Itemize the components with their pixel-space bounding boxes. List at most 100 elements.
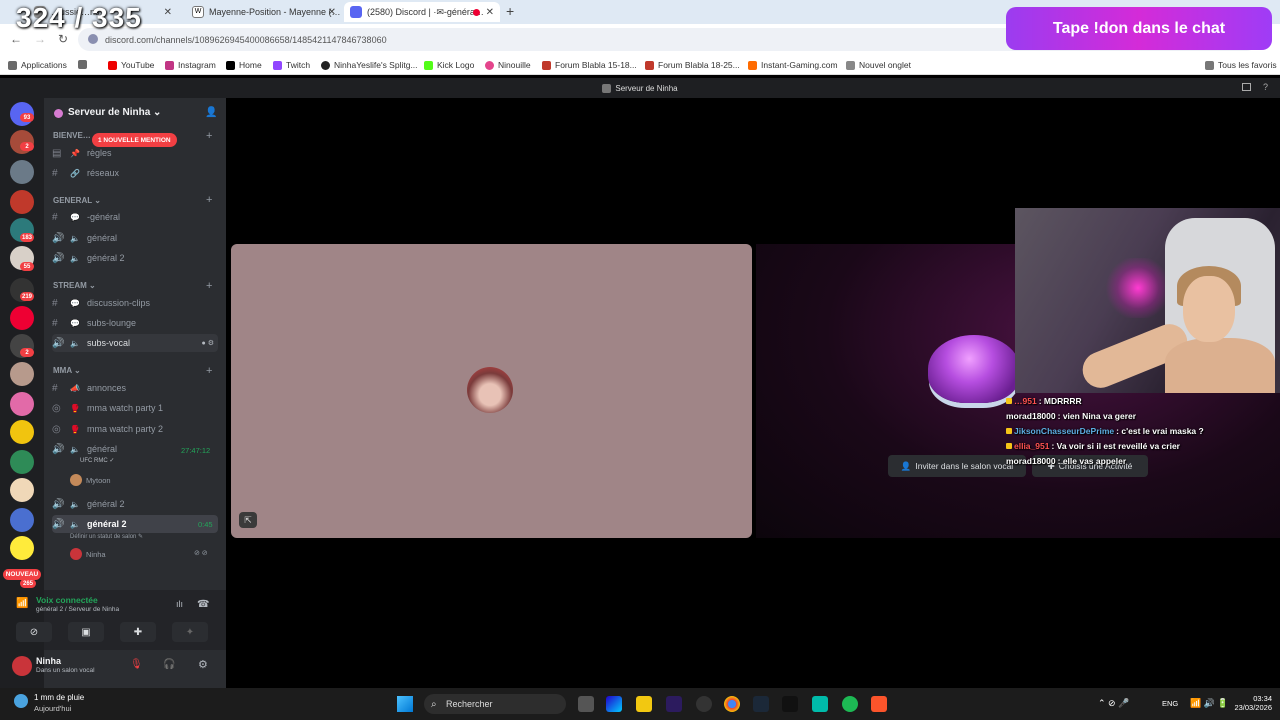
server-avatar[interactable] bbox=[10, 306, 34, 330]
network-volume-battery-icons[interactable]: 📶 🔊 🔋 bbox=[1190, 698, 1229, 709]
channel-mma-watch-party-1[interactable]: ◎ 🥊 mma watch party 1 bbox=[52, 399, 218, 417]
set-channel-status[interactable]: Définir un statut de salon ✎ bbox=[70, 533, 143, 540]
channel-mma-watch-party-2[interactable]: ◎ 🥊 mma watch party 2 bbox=[52, 420, 218, 438]
add-channel-icon[interactable]: + bbox=[206, 194, 212, 206]
obs-icon[interactable] bbox=[696, 696, 712, 712]
category-bienvenue[interactable]: BIENVE… bbox=[53, 131, 91, 140]
megaphone-icon: 📣 bbox=[70, 383, 80, 393]
server-avatar[interactable] bbox=[10, 508, 34, 532]
bookmark-ninouille[interactable]: Ninouille bbox=[485, 60, 531, 70]
bookmark-nouvel-onglet[interactable]: Nouvel onglet bbox=[846, 60, 911, 70]
site-info-icon[interactable] bbox=[88, 34, 98, 44]
add-channel-icon[interactable]: + bbox=[206, 130, 212, 142]
stage-channel-icon: ◎ bbox=[52, 402, 61, 414]
close-tab-icon[interactable]: ✕ bbox=[328, 7, 336, 18]
user-name[interactable]: Ninha bbox=[36, 656, 61, 666]
signal-icon[interactable]: 📶 bbox=[16, 598, 28, 609]
brave-icon[interactable] bbox=[871, 696, 887, 712]
settings-gear-icon[interactable]: ⚙ bbox=[198, 658, 208, 671]
new-tab-button[interactable]: + bbox=[506, 3, 514, 19]
channel-annonces[interactable]: # 📣 annonces bbox=[52, 379, 218, 397]
widgets-icon[interactable] bbox=[606, 696, 622, 712]
weather-icon[interactable] bbox=[14, 694, 28, 708]
inbox-icon[interactable] bbox=[1242, 83, 1251, 91]
soundboard-button[interactable]: ✦ bbox=[172, 622, 208, 642]
bookmark-instagram[interactable]: Instagram bbox=[165, 60, 216, 70]
back-arrow-icon[interactable]: ← bbox=[10, 32, 22, 46]
add-member-icon[interactable]: 👤 bbox=[205, 107, 217, 118]
steam-icon[interactable] bbox=[753, 696, 769, 712]
disconnect-icon[interactable]: ☎ bbox=[197, 599, 209, 610]
voice-connected-title[interactable]: Voix connectée bbox=[36, 595, 98, 605]
windows-start-icon[interactable] bbox=[397, 696, 413, 712]
server-avatar[interactable] bbox=[10, 392, 34, 416]
activities-button[interactable]: ✚ bbox=[120, 622, 156, 642]
category-mma[interactable]: MMA ⌄ bbox=[53, 366, 81, 375]
headset-muted-icon[interactable]: 🎧 bbox=[163, 659, 175, 670]
channel-mma-general2b[interactable]: 🔊 🔈 général 2 bbox=[52, 515, 218, 533]
channel-subs-vocal[interactable]: 🔊 🔈 subs-vocal ● ⚙ bbox=[52, 334, 218, 352]
tiktok-icon[interactable] bbox=[782, 696, 798, 712]
server-avatar[interactable] bbox=[10, 536, 34, 560]
language-indicator[interactable]: ENG bbox=[1162, 699, 1178, 708]
avatar[interactable] bbox=[12, 656, 32, 676]
channel-subs-lounge[interactable]: # 💬 subs-lounge bbox=[52, 314, 218, 332]
reload-icon[interactable]: ↻ bbox=[58, 32, 68, 46]
tray-icons[interactable]: ⌃ ⊘ 🎤 bbox=[1098, 698, 1129, 709]
spotify-icon[interactable] bbox=[842, 696, 858, 712]
browser-tab-3-active[interactable]: (2580) Discord | ·✉-généra… ✕ bbox=[344, 2, 500, 22]
forward-arrow-icon[interactable]: → bbox=[34, 32, 46, 46]
add-channel-icon[interactable]: + bbox=[206, 280, 212, 292]
bookmark-twitch[interactable]: Twitch bbox=[273, 60, 310, 70]
close-tab-icon[interactable]: ✕ bbox=[164, 7, 172, 18]
file-explorer-icon[interactable] bbox=[636, 696, 652, 712]
bookmark-applications[interactable]: Applications bbox=[8, 60, 67, 70]
bookmark-forum-15-18[interactable]: Forum Blabla 15-18... bbox=[542, 60, 637, 70]
chrome-icon[interactable] bbox=[724, 696, 740, 712]
premiere-icon[interactable] bbox=[666, 696, 682, 712]
channel-general2-voice[interactable]: 🔊 🔈 général 2 bbox=[52, 249, 218, 267]
add-channel-icon[interactable]: + bbox=[206, 365, 212, 377]
voice-tile-user[interactable]: ⇱ bbox=[231, 244, 752, 538]
noise-suppression-icon[interactable]: ılı bbox=[176, 599, 183, 609]
popout-icon[interactable]: ⇱ bbox=[239, 512, 257, 528]
bookmark-forum-18-25[interactable]: Forum Blabla 18-25... bbox=[645, 60, 740, 70]
app-icon[interactable] bbox=[812, 696, 828, 712]
server-avatar[interactable] bbox=[10, 478, 34, 502]
channel-actions-icon[interactable]: ● ⚙ bbox=[202, 339, 214, 347]
bookmark-grid[interactable] bbox=[78, 60, 91, 69]
channel-discussion-clips[interactable]: # 💬 discussion-clips bbox=[52, 294, 218, 312]
close-tab-icon[interactable]: ✕ bbox=[486, 7, 494, 18]
weather-text[interactable]: 1 mm de pluie bbox=[34, 693, 84, 702]
browser-tab-2[interactable]: W Mayenne-Position - Mayenne (… ✕ bbox=[186, 2, 342, 22]
channel-reseaux[interactable]: # 🔗 réseaux bbox=[52, 164, 218, 182]
voice-user-ninha[interactable]: Ninha bbox=[70, 548, 106, 560]
screen-share-button[interactable]: ▣ bbox=[68, 622, 104, 642]
category-stream[interactable]: STREAM ⌄ bbox=[53, 281, 96, 290]
bookmark-home[interactable]: Home bbox=[226, 60, 262, 70]
server-avatar[interactable] bbox=[10, 362, 34, 386]
taskbar-clock[interactable]: 03:34 23/03/2026 bbox=[1224, 694, 1272, 712]
speaker-icon: 🔈 bbox=[70, 338, 80, 348]
bookmark-youtube[interactable]: YouTube bbox=[108, 60, 154, 70]
channel-mma-general2a[interactable]: 🔊 🔈 général 2 bbox=[52, 495, 218, 513]
mic-muted-icon[interactable]: 🎙 bbox=[130, 659, 143, 670]
camera-off-button[interactable]: ⊘ bbox=[16, 622, 52, 642]
bookmark-splitgate[interactable]: NinhaYeslife's Splitg... bbox=[321, 60, 418, 70]
bookmark-kick[interactable]: Kick Logo bbox=[424, 60, 474, 70]
server-avatar[interactable] bbox=[10, 450, 34, 474]
voice-user-mytoon[interactable]: Mytoon bbox=[70, 474, 111, 486]
server-avatar[interactable] bbox=[10, 190, 34, 214]
server-avatar[interactable] bbox=[10, 160, 34, 184]
help-icon[interactable]: ? bbox=[1263, 82, 1268, 92]
channel-general-voice[interactable]: 🔊 🔈 général bbox=[52, 229, 218, 247]
server-avatar[interactable] bbox=[10, 420, 34, 444]
bookmark-all-favorites[interactable]: Tous les favoris bbox=[1205, 60, 1277, 70]
server-name[interactable]: Serveur de Ninha ⌄ bbox=[68, 107, 161, 118]
taskbar-search[interactable]: ⌕ Rechercher bbox=[424, 694, 566, 714]
bookmark-instant-gaming[interactable]: Instant-Gaming.com bbox=[748, 60, 838, 70]
task-view-icon[interactable] bbox=[578, 696, 594, 712]
category-general[interactable]: GENERAL ⌄ bbox=[53, 196, 101, 205]
channel-regles[interactable]: ▤ 📌 règles bbox=[52, 144, 218, 162]
channel-general-text[interactable]: # 💬 -général bbox=[52, 208, 218, 226]
